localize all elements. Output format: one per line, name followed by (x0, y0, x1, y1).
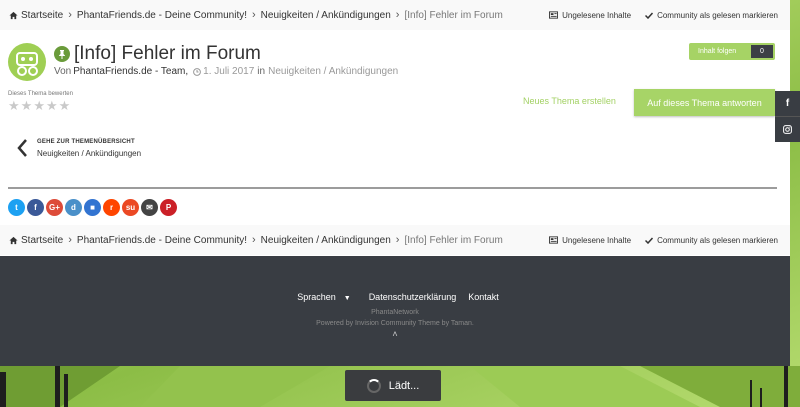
back-link-label: GEHE ZUR THEMENÜBERSICHT (37, 138, 135, 145)
unread-content-label: Ungelesene Inhalte (562, 10, 632, 20)
reddit-share-icon[interactable]: r (103, 199, 120, 216)
loading-text: Lädt... (388, 379, 420, 392)
star-icon[interactable]: ★ (21, 99, 33, 112)
topic-date: 1. Juli 2017 (193, 66, 254, 77)
instagram-icon[interactable] (775, 117, 800, 142)
spinner-icon (366, 378, 381, 393)
back-to-top-icon[interactable]: ˄ (0, 329, 790, 339)
breadcrumb-news[interactable]: Neuigkeiten / Ankündigungen (261, 10, 391, 21)
back-to-forum-link[interactable]: GEHE ZUR THEMENÜBERSICHT Neuigkeiten / A… (16, 136, 141, 160)
share-buttons: t f G+ d ■ r su ✉ P (8, 199, 179, 216)
topic-date-text: 1. Juli 2017 (203, 66, 255, 77)
star-icon[interactable]: ★ (46, 99, 58, 112)
newspaper-icon (549, 236, 559, 244)
chevron-right-icon: › (252, 9, 256, 21)
unread-content-label: Ungelesene Inhalte (562, 235, 632, 245)
chevron-right-icon: › (68, 9, 72, 21)
clock-icon (193, 67, 202, 76)
home-icon (9, 11, 18, 19)
reply-button[interactable]: Auf dieses Thema antworten (634, 89, 775, 116)
mark-read-link[interactable]: Community als gelesen markieren (645, 11, 778, 20)
facebook-icon[interactable]: f (775, 91, 800, 116)
follow-count: 0 (751, 45, 773, 58)
back-link-forum: Neuigkeiten / Ankündigungen (37, 148, 142, 158)
byline-by: Von (54, 66, 72, 77)
caret-down-icon: ▼ (343, 295, 351, 302)
byline-in: in (257, 66, 266, 77)
facebook-share-icon[interactable]: f (27, 199, 44, 216)
pin-icon (54, 46, 70, 62)
breadcrumb-current: [Info] Fehler im Forum (404, 234, 503, 246)
breadcrumb-home-label: Startseite (21, 234, 64, 246)
breadcrumb-actions: Ungelesene Inhalte Community als gelesen… (535, 236, 790, 245)
mark-read-link[interactable]: Community als gelesen markieren (645, 236, 778, 245)
newspaper-icon (549, 11, 559, 19)
contact-link[interactable]: Kontakt (468, 292, 499, 302)
check-icon (645, 236, 654, 244)
breadcrumb: Startseite › PhantaFriends.de - Deine Co… (0, 234, 535, 246)
avatar[interactable] (8, 43, 46, 81)
author-link[interactable]: PhantaFriends.de - Team, (73, 66, 188, 77)
star-icon[interactable]: ★ (59, 99, 71, 112)
chevron-right-icon: › (68, 234, 72, 246)
forum-link[interactable]: Neuigkeiten / Ankündigungen (268, 66, 398, 77)
chevron-right-icon: › (252, 234, 256, 246)
topic-byline: Von PhantaFriends.de - Team, 1. Juli 201… (54, 66, 398, 77)
home-icon (9, 236, 18, 244)
pinterest-share-icon[interactable]: P (160, 199, 177, 216)
powered-by: Powered by Invision Community Theme by T… (316, 320, 474, 327)
star-icon[interactable]: ★ (33, 99, 45, 112)
topic-title-text: [Info] Fehler im Forum (74, 43, 261, 64)
twitter-share-icon[interactable]: t (8, 199, 25, 216)
rating-label: Dieses Thema bewerten (8, 91, 73, 97)
check-icon (645, 11, 654, 19)
breadcrumb: Startseite › PhantaFriends.de - Deine Co… (0, 9, 535, 21)
stumbleupon-share-icon[interactable]: su (122, 199, 139, 216)
follow-label: Inhalt folgen (698, 48, 737, 55)
back-link-text: GEHE ZUR THEMENÜBERSICHT Neuigkeiten / A… (37, 139, 141, 158)
chevron-right-icon: › (395, 234, 400, 246)
breadcrumb-bar-top: Startseite › PhantaFriends.de - Deine Co… (0, 0, 790, 30)
mark-read-label: Community als gelesen markieren (657, 235, 778, 245)
site-footer: Sprachen ▼ Datenschutzerklärung Kontakt P… (0, 256, 790, 366)
privacy-link[interactable]: Datenschutzerklärung (369, 292, 457, 302)
chevron-right-icon: › (395, 9, 400, 21)
unread-content-link[interactable]: Ungelesene Inhalte (549, 11, 631, 20)
breadcrumb-actions: Ungelesene Inhalte Community als gelesen… (535, 11, 790, 20)
follow-button[interactable]: Inhalt folgen 0 (689, 43, 775, 60)
email-share-icon[interactable]: ✉ (141, 199, 158, 216)
loading-indicator: Lädt... (345, 370, 441, 401)
breadcrumb-news[interactable]: Neuigkeiten / Ankündigungen (261, 235, 391, 246)
breadcrumb-community[interactable]: PhantaFriends.de - Deine Community! (77, 10, 247, 21)
breadcrumb-home-label: Startseite (21, 9, 64, 21)
page-frame: Startseite › PhantaFriends.de - Deine Co… (0, 0, 790, 366)
social-sidebar: f (775, 91, 800, 142)
unread-content-link[interactable]: Ungelesene Inhalte (549, 236, 631, 245)
breadcrumb-community[interactable]: PhantaFriends.de - Deine Community! (77, 235, 247, 246)
avatar-logo-icon (16, 52, 38, 76)
page-title: [Info] Fehler im Forum (54, 43, 261, 65)
rating-stars[interactable]: ★ ★ ★ ★ ★ (8, 99, 71, 112)
network-name: PhantaNetwork (371, 309, 419, 316)
delicious-share-icon[interactable]: ■ (84, 199, 101, 216)
divider (8, 187, 777, 189)
mark-read-label: Community als gelesen markieren (657, 10, 778, 20)
breadcrumb-home[interactable]: Startseite (9, 235, 63, 246)
new-topic-button[interactable]: Neues Thema erstellen (523, 96, 616, 106)
topic-header: [Info] Fehler im Forum Von PhantaFriends… (8, 43, 778, 83)
breadcrumb-current: [Info] Fehler im Forum (404, 9, 503, 21)
breadcrumb-home[interactable]: Startseite (9, 10, 63, 21)
breadcrumb-bar-bottom: Startseite › PhantaFriends.de - Deine Co… (0, 225, 790, 255)
footer-links: Sprachen ▼ Datenschutzerklärung Kontakt (0, 292, 790, 302)
chevron-left-icon (16, 136, 32, 160)
digg-share-icon[interactable]: d (65, 199, 82, 216)
google-plus-share-icon[interactable]: G+ (46, 199, 63, 216)
language-menu[interactable]: Sprachen ▼ (291, 292, 356, 302)
language-label: Sprachen (297, 292, 336, 302)
star-icon[interactable]: ★ (8, 99, 20, 112)
